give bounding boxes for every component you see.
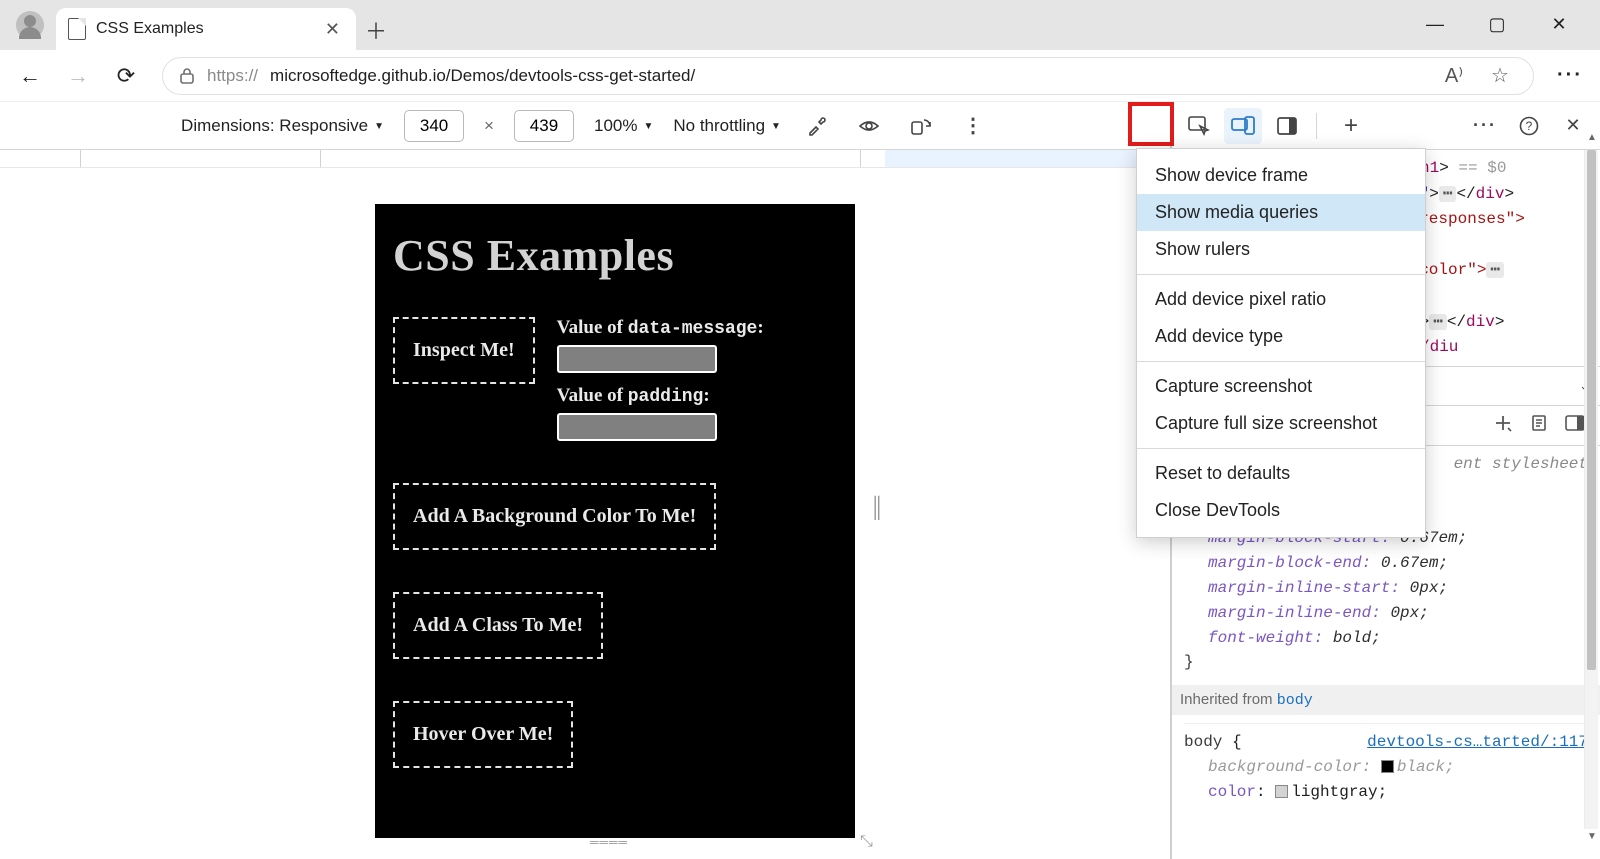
help-icon[interactable]: ? bbox=[1510, 108, 1548, 144]
inspect-me-box[interactable]: Inspect Me! bbox=[393, 317, 535, 384]
zoom-select[interactable]: 100% ▼ bbox=[594, 116, 653, 136]
devtools-tabbar: + ··· ? ✕ bbox=[1172, 102, 1600, 150]
back-button[interactable]: ← bbox=[10, 56, 50, 96]
chevron-down-icon: ▼ bbox=[643, 121, 653, 132]
new-style-rule-icon[interactable] bbox=[1488, 414, 1518, 437]
window-controls: — ▢ ✕ bbox=[1414, 14, 1592, 50]
profile-avatar[interactable] bbox=[16, 11, 44, 39]
throttle-select[interactable]: No throttling ▼ bbox=[673, 116, 781, 136]
dock-side-icon[interactable] bbox=[1268, 108, 1306, 144]
device-toolbar-more-icon[interactable]: ⋮ bbox=[957, 110, 989, 142]
devtools-more-icon[interactable]: ··· bbox=[1466, 108, 1504, 144]
breakpoint-bar bbox=[0, 150, 1170, 168]
device-toolbar: Dimensions: Responsive ▼ × 100% ▼ No thr… bbox=[0, 102, 1170, 150]
forward-button: → bbox=[58, 56, 98, 96]
inspect-element-icon[interactable] bbox=[1180, 108, 1218, 144]
toggle-device-toolbar-icon[interactable] bbox=[1224, 108, 1262, 144]
source-link[interactable]: devtools-cs…tarted/:117 bbox=[1367, 730, 1588, 755]
menu-capture-full-screenshot[interactable]: Capture full size screenshot bbox=[1137, 405, 1425, 442]
toggle-cls-icon[interactable] bbox=[1524, 414, 1554, 437]
data-message-input[interactable] bbox=[557, 345, 717, 373]
height-input[interactable] bbox=[514, 110, 574, 142]
browser-toolbar: ← → ⟳ https:// microsoftedge.github.io/De… bbox=[0, 50, 1600, 102]
menu-show-device-frame[interactable]: Show device frame bbox=[1137, 157, 1425, 194]
tab-title: CSS Examples bbox=[96, 20, 311, 38]
favorite-icon[interactable]: ☆ bbox=[1483, 63, 1517, 88]
resize-handle-vertical[interactable]: ║ bbox=[870, 468, 880, 548]
dimensions-label: Dimensions: Responsive bbox=[181, 116, 368, 136]
vision-deficiencies-icon[interactable] bbox=[853, 110, 885, 142]
menu-show-media-queries[interactable]: Show media queries bbox=[1137, 194, 1425, 231]
menu-reset-defaults[interactable]: Reset to defaults bbox=[1137, 455, 1425, 492]
page-favicon bbox=[68, 18, 86, 40]
dimensions-select[interactable]: Dimensions: Responsive ▼ bbox=[181, 116, 384, 136]
url-scheme: https:// bbox=[207, 66, 258, 86]
resize-handle-horizontal[interactable]: ════ bbox=[590, 835, 628, 849]
scrollbar-thumb[interactable] bbox=[1587, 150, 1596, 670]
browser-tab[interactable]: CSS Examples ✕ bbox=[56, 8, 356, 50]
scroll-up-icon[interactable]: ▲ bbox=[1587, 132, 1596, 148]
eyedropper-icon[interactable] bbox=[801, 110, 833, 142]
refresh-button[interactable]: ⟳ bbox=[106, 56, 146, 96]
dimensions-x: × bbox=[484, 116, 494, 136]
menu-add-dpr[interactable]: Add device pixel ratio bbox=[1137, 281, 1425, 318]
width-input[interactable] bbox=[404, 110, 464, 142]
new-tab-button[interactable]: ＋ bbox=[356, 10, 396, 50]
zoom-label: 100% bbox=[594, 116, 637, 136]
add-tab-icon[interactable]: + bbox=[1332, 108, 1370, 144]
minimize-button[interactable]: — bbox=[1414, 14, 1456, 35]
value-padding-label: Value of padding: bbox=[557, 385, 764, 407]
svg-text:?: ? bbox=[1526, 119, 1533, 133]
lock-icon bbox=[179, 67, 195, 85]
inherited-from-bar: Inherited from body bbox=[1172, 685, 1600, 715]
chevron-down-icon: ▼ bbox=[374, 121, 384, 132]
close-tab-icon[interactable]: ✕ bbox=[321, 15, 344, 44]
rendered-page[interactable]: CSS Examples Inspect Me! Value of data-m… bbox=[375, 204, 855, 838]
more-browser-icon[interactable]: ··· bbox=[1550, 56, 1590, 96]
device-stage: CSS Examples Inspect Me! Value of data-m… bbox=[0, 168, 1170, 859]
devtools-scrollbar[interactable]: ▲ ▼ bbox=[1584, 150, 1598, 829]
close-window-button[interactable]: ✕ bbox=[1538, 14, 1580, 35]
menu-show-rulers[interactable]: Show rulers bbox=[1137, 231, 1425, 268]
menu-close-devtools[interactable]: Close DevTools bbox=[1137, 492, 1425, 529]
menu-add-device-type[interactable]: Add device type bbox=[1137, 318, 1425, 355]
resize-handle-corner[interactable]: ⤡ bbox=[860, 833, 873, 851]
browser-titlebar: CSS Examples ✕ ＋ — ▢ ✕ bbox=[0, 0, 1600, 50]
address-bar[interactable]: https:// microsoftedge.github.io/Demos/de… bbox=[162, 57, 1534, 95]
menu-capture-screenshot[interactable]: Capture screenshot bbox=[1137, 368, 1425, 405]
rotate-icon[interactable] bbox=[905, 110, 937, 142]
device-emulation-area: Dimensions: Responsive ▼ × 100% ▼ No thr… bbox=[0, 102, 1172, 859]
maximize-button[interactable]: ▢ bbox=[1476, 14, 1518, 35]
user-agent-origin: ent stylesheet bbox=[1454, 452, 1588, 477]
add-class-box[interactable]: Add A Class To Me! bbox=[393, 592, 603, 659]
padding-input[interactable] bbox=[557, 413, 717, 441]
scroll-down-icon[interactable]: ▼ bbox=[1587, 831, 1596, 847]
hover-box[interactable]: Hover Over Me! bbox=[393, 701, 573, 768]
chevron-down-icon: ▼ bbox=[771, 121, 781, 132]
throttle-label: No throttling bbox=[673, 116, 765, 136]
read-aloud-icon[interactable]: A⁾ bbox=[1437, 63, 1471, 88]
url-path: microsoftedge.github.io/Demos/devtools-c… bbox=[270, 66, 695, 86]
device-toolbar-context-menu: Show device frame Show media queries Sho… bbox=[1136, 148, 1426, 538]
page-h1: CSS Examples bbox=[393, 230, 837, 281]
add-bg-box[interactable]: Add A Background Color To Me! bbox=[393, 483, 716, 550]
value-data-message-label: Value of data-message: bbox=[557, 317, 764, 339]
